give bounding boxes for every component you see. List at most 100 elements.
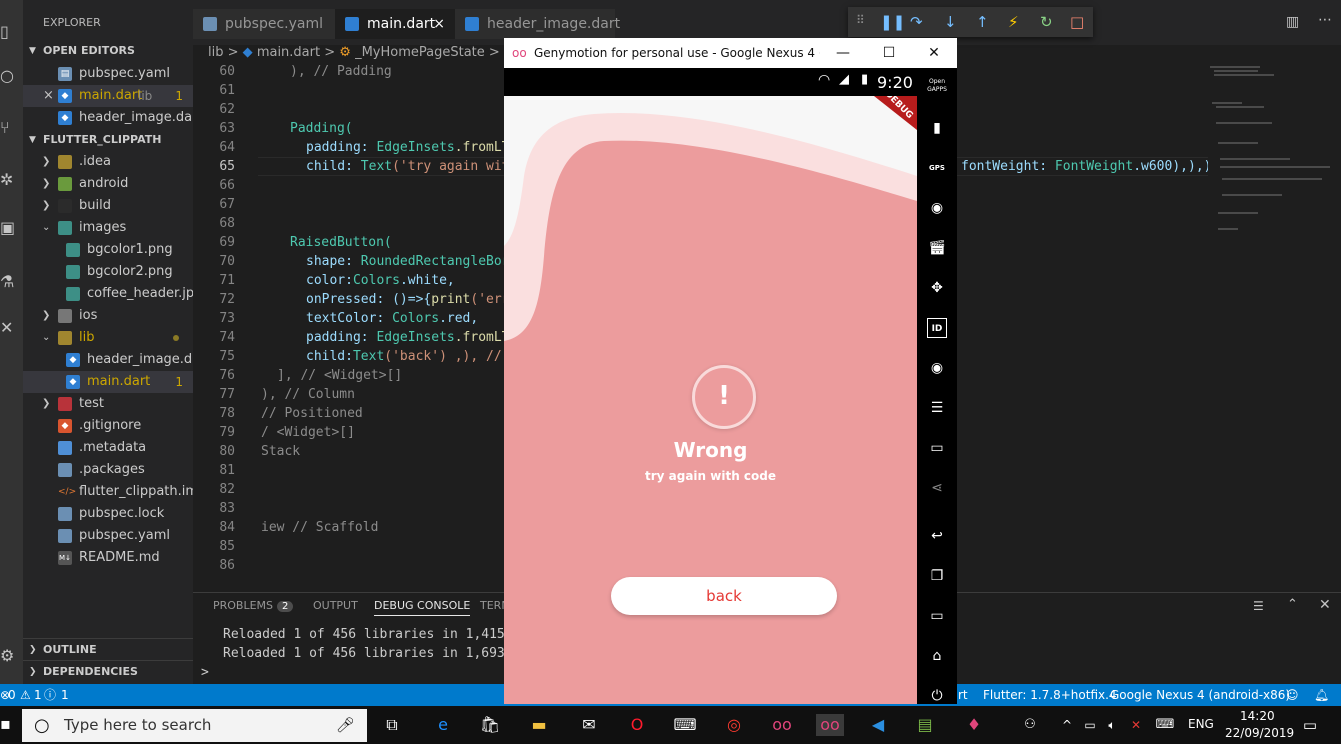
touch-keyboard-icon[interactable]: ⌨ <box>1153 714 1177 736</box>
open-gapps-icon[interactable]: Open GAPPS <box>927 78 947 98</box>
tree-item[interactable]: coffee_header.jp... <box>23 283 193 305</box>
people-icon[interactable]: ⚇ <box>1018 714 1042 736</box>
app-screen[interactable]: DEBUG ! Wrong try again with code back <box>504 96 917 704</box>
breadcrumb-class[interactable]: _MyHomePageState <box>355 45 485 60</box>
extensions-icon[interactable]: ▣ <box>0 218 23 242</box>
test-flask-icon[interactable]: ⚗ <box>0 272 23 296</box>
step-into-icon[interactable]: ↓ <box>944 13 957 31</box>
notification-bell-icon[interactable]: 🔔︎ <box>1314 684 1329 706</box>
tree-item[interactable]: ◆ main.dart 1 <box>23 371 193 393</box>
open-editor-item[interactable]: ▤ pubspec.yaml <box>23 63 193 85</box>
app-balloon-icon[interactable]: ♦ <box>962 714 986 736</box>
maximize-icon[interactable]: ☐ <box>866 38 912 68</box>
open-editors-header[interactable]: ▼ OPEN EDITORS <box>23 40 193 62</box>
mail-icon[interactable]: ✉ <box>577 714 601 736</box>
tree-item[interactable]: </> flutter_clippath.iml <box>23 481 193 503</box>
tree-item[interactable]: ❯ .idea <box>23 151 193 173</box>
clear-console-icon[interactable]: ☰ <box>1253 599 1264 613</box>
flutter-version[interactable]: Flutter: 1.7.8+hotfix.4 <box>983 684 1117 706</box>
minimap[interactable] <box>1208 62 1341 587</box>
tree-item[interactable]: pubspec.lock <box>23 503 193 525</box>
step-out-icon[interactable]: ↑ <box>976 13 989 31</box>
task-view-icon[interactable]: ⧉ <box>380 714 404 736</box>
keyboard-app-icon[interactable]: ⌨ <box>673 714 697 736</box>
breadcrumb-lib[interactable]: lib <box>208 45 223 60</box>
flutter-icon[interactable]: ✕ <box>0 318 23 342</box>
store-icon[interactable]: 🛍︎ <box>478 714 502 736</box>
status-item[interactable]: rt <box>958 684 968 706</box>
tree-item[interactable]: ◆ header_image.d... <box>23 349 193 371</box>
home-icon[interactable]: ⌂ <box>927 646 947 666</box>
edge-icon[interactable]: e <box>431 714 455 736</box>
battery-widget-icon[interactable]: ▮ <box>927 118 947 138</box>
project-folder-header[interactable]: ▼ FLUTTER_CLIPPATH <box>23 129 193 151</box>
windows-start-icon[interactable]: ▪ <box>0 714 11 733</box>
tab-output[interactable]: OUTPUT <box>313 599 358 612</box>
recent-apps-icon[interactable]: ❐ <box>927 566 947 586</box>
maximize-panel-icon[interactable]: ⌃ <box>1287 597 1298 612</box>
sms-icon[interactable]: ▭ <box>927 438 947 458</box>
warning-count[interactable]: 1 <box>34 684 42 706</box>
outline-header[interactable]: ❯ OUTLINE <box>23 638 193 660</box>
media-icon[interactable]: ◉ <box>927 358 947 378</box>
genymotion-icon[interactable]: oo <box>770 714 794 736</box>
emulator-titlebar[interactable]: oo Genymotion for personal use - Google … <box>504 38 957 68</box>
step-over-icon[interactable]: ↷ <box>910 13 923 31</box>
settings-gear-icon[interactable]: ⚙ <box>0 646 23 670</box>
close-icon[interactable]: ✕ <box>911 38 957 68</box>
explorer-icon[interactable]: ▯ <box>0 22 23 46</box>
stop-icon[interactable]: □ <box>1070 13 1084 31</box>
tree-item[interactable]: bgcolor2.png <box>23 261 193 283</box>
move-icon[interactable]: ✥ <box>927 278 947 298</box>
hot-reload-icon[interactable]: ⚡ <box>1008 13 1019 31</box>
tree-item[interactable]: M↓ README.md <box>23 547 193 569</box>
share-icon[interactable]: ⋖ <box>927 478 947 498</box>
info-count[interactable]: 1 <box>61 684 69 706</box>
tab-pubspec[interactable]: pubspec.yaml <box>193 9 335 39</box>
network-tray-icon[interactable]: ✕ <box>1124 714 1148 736</box>
drag-handle-icon[interactable]: ⠿ <box>856 13 865 27</box>
close-icon[interactable]: × <box>43 85 54 107</box>
notepad-icon[interactable]: ▤ <box>913 714 937 736</box>
camera-icon[interactable]: ◉ <box>927 198 947 218</box>
tree-item[interactable]: bgcolor1.png <box>23 239 193 261</box>
dependencies-header[interactable]: ❯ DEPENDENCIES <box>23 660 193 682</box>
debug-icon[interactable]: ✲ <box>0 170 23 194</box>
menu-icon[interactable]: ▭ <box>927 606 947 626</box>
taskbar-search[interactable]: ○ Type here to search 🎤︎ <box>22 709 367 742</box>
close-tab-icon[interactable]: × <box>433 9 445 39</box>
breadcrumb-main[interactable]: main.dart <box>257 45 320 60</box>
back-button[interactable]: back <box>611 577 837 615</box>
console-prompt[interactable]: > <box>201 665 209 680</box>
pause-icon[interactable]: ❚❚ <box>880 13 905 31</box>
tree-item[interactable]: ❯ ios <box>23 305 193 327</box>
more-actions-icon[interactable]: ⋯ <box>1318 12 1332 28</box>
tree-item[interactable]: ◆ .gitignore <box>23 415 193 437</box>
open-editor-item[interactable]: ◆ header_image.dar... <box>23 107 193 129</box>
vscode-icon[interactable]: ◀ <box>866 714 890 736</box>
battery-tray-icon[interactable]: ▭ <box>1078 714 1102 736</box>
close-panel-icon[interactable]: ✕ <box>1319 597 1331 613</box>
tab-main-dart[interactable]: main.dart × <box>335 9 455 39</box>
tab-problems[interactable]: PROBLEMS 2 <box>213 599 294 612</box>
feedback-smiley-icon[interactable]: ☺ <box>1286 684 1299 706</box>
tree-item[interactable]: pubspec.yaml <box>23 525 193 547</box>
tree-item[interactable]: ⌄ lib <box>23 327 193 349</box>
network-icon[interactable]: ☰ <box>927 398 947 418</box>
split-editor-icon[interactable]: ▥ <box>1286 14 1299 30</box>
microphone-icon[interactable]: 🎤︎ <box>336 709 355 742</box>
opera-icon[interactable]: O <box>625 714 649 736</box>
back-nav-icon[interactable]: ↩ <box>927 526 947 546</box>
gps-icon[interactable]: GPS <box>927 158 947 178</box>
tab-debug-console[interactable]: DEBUG CONSOLE <box>374 599 471 616</box>
power-icon[interactable]: ⏻ <box>927 686 947 706</box>
clock-date[interactable]: 22/09/2019 <box>1225 726 1294 740</box>
error-count[interactable]: 0 <box>8 684 16 706</box>
open-editor-item[interactable]: × ◆ main.dart lib 1 <box>23 85 193 107</box>
tray-chevron-icon[interactable]: ^ <box>1055 714 1079 736</box>
action-center-icon[interactable]: ▭ <box>1298 714 1322 736</box>
tree-item[interactable]: ⌄ images <box>23 217 193 239</box>
clock-time[interactable]: 14:20 <box>1240 709 1275 723</box>
volume-icon[interactable]: 🔈︎ <box>1100 714 1124 736</box>
minimize-icon[interactable]: — <box>820 38 866 68</box>
